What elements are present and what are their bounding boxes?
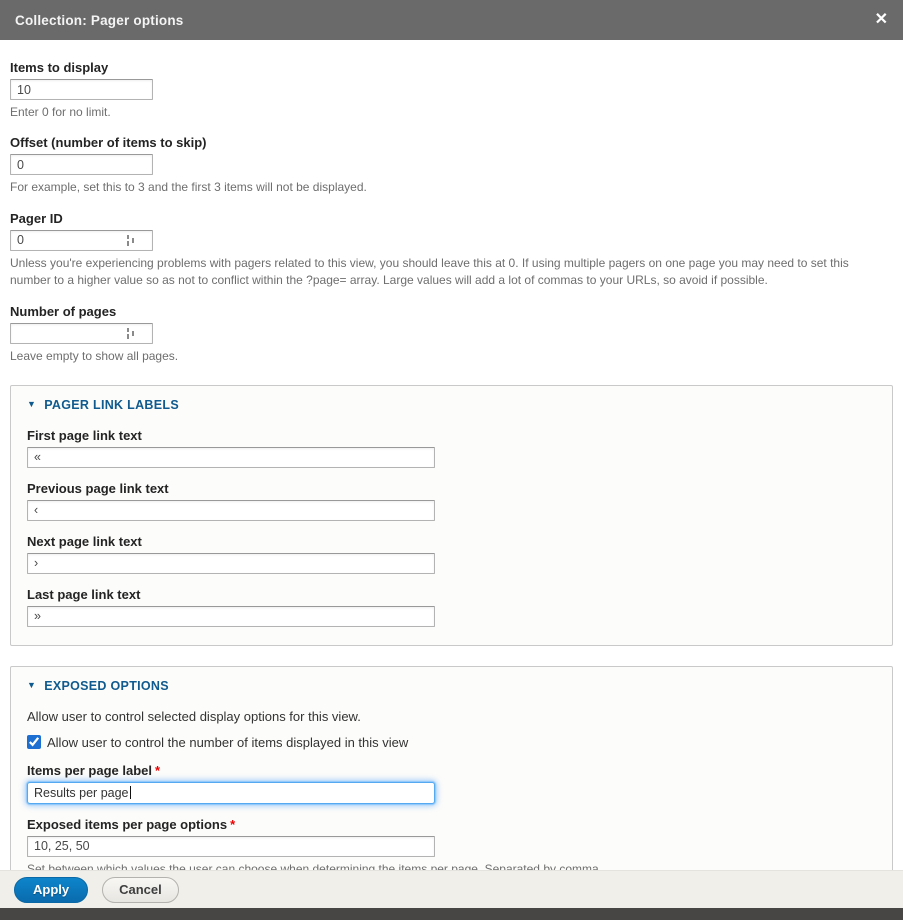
pager-id-description: Unless you're experiencing problems with…	[10, 255, 892, 290]
control-items-checkbox-row: Allow user to control the number of item…	[27, 735, 876, 750]
page-background-bar	[0, 908, 903, 920]
items-per-page-label: Items per page label*	[27, 763, 876, 778]
fieldset-exposed-options: ▼ EXPOSED OPTIONS Allow user to control …	[10, 666, 893, 870]
form-item-pager-id: Pager ID Unless you're experiencing prob…	[10, 211, 893, 290]
text-cursor	[130, 786, 131, 799]
form-item-items-to-display: Items to display Enter 0 for no limit.	[10, 60, 893, 121]
form-item-previous-page-link: Previous page link text	[27, 481, 876, 521]
pager-id-input[interactable]	[10, 230, 153, 251]
form-item-last-page-link: Last page link text	[27, 587, 876, 627]
next-page-link-label: Next page link text	[27, 534, 876, 549]
exposed-items-options-label: Exposed items per page options*	[27, 817, 876, 832]
offset-description: For example, set this to 3 and the first…	[10, 179, 892, 196]
form-item-exposed-items-options: Exposed items per page options* Set betw…	[27, 817, 876, 870]
modal-footer: Apply Cancel	[0, 870, 903, 908]
cancel-button[interactable]: Cancel	[102, 877, 179, 903]
items-to-display-label: Items to display	[10, 60, 893, 75]
control-items-checkbox-label: Allow user to control the number of item…	[47, 735, 408, 750]
previous-page-link-input[interactable]	[27, 500, 435, 521]
offset-label: Offset (number of items to skip)	[10, 135, 893, 150]
close-icon[interactable]: ✕	[875, 12, 888, 28]
pager-id-label: Pager ID	[10, 211, 893, 226]
required-mark: *	[230, 817, 235, 832]
last-page-link-label: Last page link text	[27, 587, 876, 602]
first-page-link-input[interactable]	[27, 447, 435, 468]
required-mark: *	[155, 763, 160, 778]
pager-link-labels-legend[interactable]: ▼ PAGER LINK LABELS	[27, 398, 876, 412]
modal-title: Collection: Pager options	[15, 13, 184, 28]
apply-button[interactable]: Apply	[14, 877, 88, 903]
form-item-number-of-pages: Number of pages Leave empty to show all …	[10, 304, 893, 365]
number-of-pages-description: Leave empty to show all pages.	[10, 348, 892, 365]
items-per-page-input-value: Results per page	[34, 786, 129, 800]
fieldset-pager-link-labels: ▼ PAGER LINK LABELS First page link text…	[10, 385, 893, 646]
offset-input[interactable]	[10, 154, 153, 175]
last-page-link-input[interactable]	[27, 606, 435, 627]
pager-options-modal: Collection: Pager options ✕ Items to dis…	[0, 0, 903, 920]
form-item-next-page-link: Next page link text	[27, 534, 876, 574]
form-item-first-page-link: First page link text	[27, 428, 876, 468]
form-item-items-per-page-label: Items per page label* Results per page	[27, 763, 876, 804]
modal-header: Collection: Pager options ✕	[0, 0, 903, 40]
form-item-offset: Offset (number of items to skip) For exa…	[10, 135, 893, 196]
chevron-down-icon: ▼	[27, 681, 36, 690]
number-of-pages-label: Number of pages	[10, 304, 893, 319]
items-to-display-description: Enter 0 for no limit.	[10, 104, 892, 121]
items-per-page-input[interactable]: Results per page	[27, 782, 435, 804]
items-to-display-input[interactable]	[10, 79, 153, 100]
legend-text: PAGER LINK LABELS	[44, 398, 179, 412]
exposed-items-options-description: Set between which values the user can ch…	[27, 861, 876, 870]
number-of-pages-input[interactable]	[10, 323, 153, 344]
next-page-link-input[interactable]	[27, 553, 435, 574]
exposed-items-options-input[interactable]	[27, 836, 435, 857]
modal-body: Items to display Enter 0 for no limit. O…	[0, 40, 903, 870]
chevron-down-icon: ▼	[27, 400, 36, 409]
exposed-options-intro: Allow user to control selected display o…	[27, 709, 876, 724]
exposed-options-legend[interactable]: ▼ EXPOSED OPTIONS	[27, 679, 876, 693]
control-items-checkbox[interactable]	[27, 735, 41, 749]
legend-text: EXPOSED OPTIONS	[44, 679, 169, 693]
previous-page-link-label: Previous page link text	[27, 481, 876, 496]
first-page-link-label: First page link text	[27, 428, 876, 443]
